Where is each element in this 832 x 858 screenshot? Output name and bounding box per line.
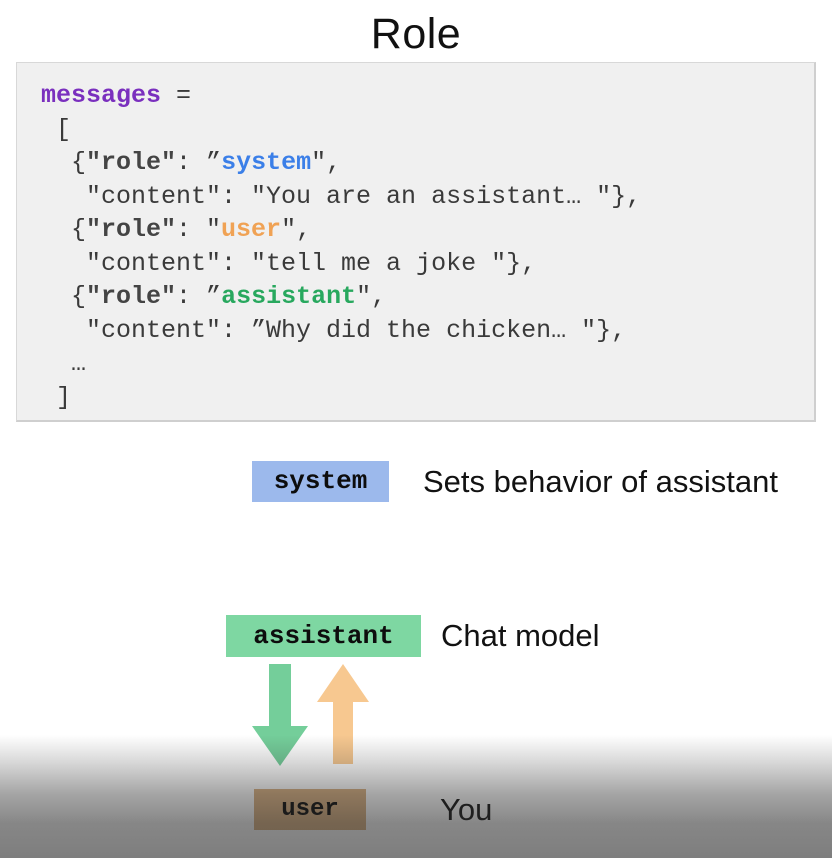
- code-token: ”: [206, 148, 222, 177]
- code-line: {"role": "user",: [41, 213, 814, 247]
- code-line: {"role": ”assistant",: [41, 280, 814, 314]
- code-token: =: [161, 81, 207, 110]
- code-line: ]: [41, 381, 814, 415]
- assistant-to-user-arrow: [252, 664, 308, 766]
- code-token: ",: [311, 148, 342, 177]
- code-token: "role": [86, 215, 177, 244]
- code-token: messages: [41, 81, 162, 110]
- code-line: {"role": ”system",: [41, 146, 814, 180]
- code-token: ",: [356, 282, 387, 311]
- video-slide-screen: Role messages = [ {"role": ”system", "co…: [0, 0, 832, 858]
- code-token: "content": ”Why did the chicken… "},: [41, 315, 627, 345]
- code-token: [: [41, 114, 72, 144]
- code-token: user: [221, 215, 282, 244]
- code-token: "content": "You are an assistant… "},: [41, 181, 642, 211]
- code-token: "content": "tell me a joke "},: [41, 248, 537, 278]
- code-token: system: [221, 148, 312, 177]
- video-controls-bar: 2:36 / 12:25: [0, 795, 832, 858]
- code-token: {: [41, 215, 87, 244]
- code-token: …: [41, 349, 87, 378]
- code-line: "content": ”Why did the chicken… "},: [41, 314, 814, 348]
- code-token: ]: [41, 382, 72, 412]
- code-line: "content": "tell me a joke "},: [41, 247, 814, 281]
- legend-assistant-description: Chat model: [441, 618, 600, 653]
- code-token: ”: [206, 282, 222, 311]
- page-title: Role: [370, 10, 462, 58]
- code-token: ",: [281, 215, 312, 244]
- code-token: {: [41, 282, 87, 311]
- code-token: "role": [86, 282, 177, 311]
- code-token: {: [41, 148, 87, 177]
- code-token: "role": [86, 148, 177, 177]
- code-line: "content": "You are an assistant… "},: [41, 180, 814, 214]
- code-block: messages = [ {"role": ”system", "content…: [16, 62, 816, 422]
- code-token: : ": [176, 215, 222, 244]
- code-line: …: [41, 347, 814, 381]
- chip-system: system: [252, 461, 389, 502]
- code-token: :: [176, 148, 207, 177]
- code-token: assistant: [221, 282, 357, 311]
- chip-assistant: assistant: [226, 615, 421, 657]
- legend-system-description: Sets behavior of assistant: [423, 464, 778, 499]
- code-line: [: [41, 113, 814, 147]
- code-token: :: [176, 282, 207, 311]
- user-to-assistant-arrow: [317, 664, 369, 764]
- code-line: messages =: [41, 79, 814, 113]
